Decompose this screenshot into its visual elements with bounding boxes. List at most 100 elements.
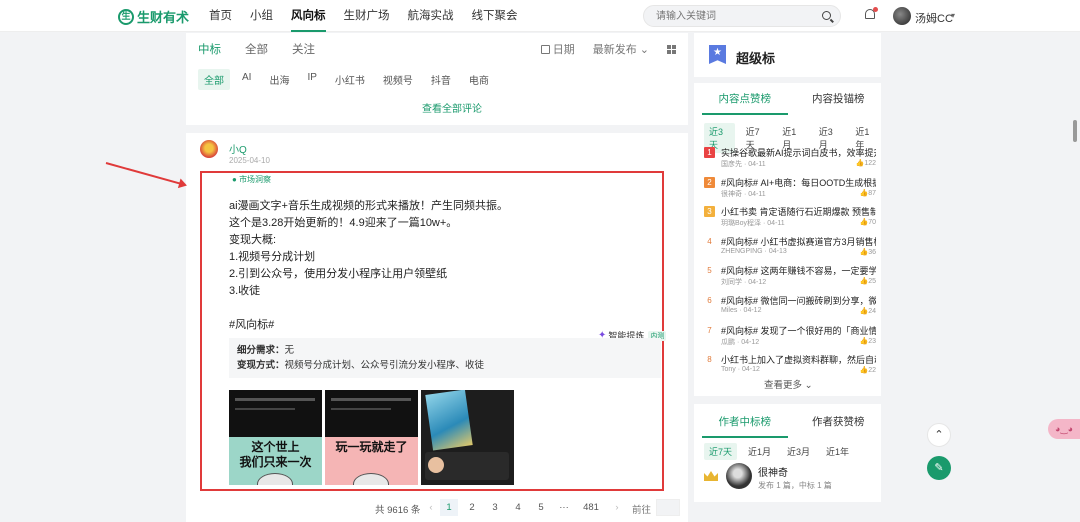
writer-avatar[interactable] [726,463,752,489]
range-7d[interactable]: 近7天 [704,443,738,460]
grid-view-icon[interactable] [667,44,676,54]
nav-voyage[interactable]: 航海实战 [399,0,463,32]
super-tag-header: ★ 超级标 [694,33,881,77]
search-icon[interactable] [822,11,831,20]
see-more-link[interactable]: 查看更多 ⌄ [764,377,813,391]
page-3[interactable]: 3 [486,499,504,516]
range-3m[interactable]: 近3月 [782,443,815,460]
caption-line: 这个世上 [251,440,300,454]
thumbs-up-icon: 👍 [859,219,869,227]
list-item[interactable]: 3 小红书卖 肯定语随行石近期爆款 预售制 玥璐Boy程泽 · 04-11 👍7… [704,205,876,235]
content-leaderboard: 内容点赞榜 内容投锚榜 近3天 近7天 近1月 近3月 近1年 1 实操谷歌最新… [694,83,881,396]
nav-groups[interactable]: 小组 [241,0,282,32]
page-ellipsis[interactable]: ··· [555,499,573,516]
post-line: 2.引到公众号，使用分发小程序让用户领壁纸 [229,268,448,280]
see-more-label: 查看更多 [764,380,803,391]
prev-page-icon[interactable]: ‹ [422,499,440,516]
nav-home[interactable]: 首页 [200,0,241,32]
chevron-down-icon: ⌄ [804,380,813,391]
tab-following[interactable]: 关注 [292,41,315,57]
item-title: #风向标# 这两年赚钱不容易，一定要学 [721,266,876,277]
caption-line: 我们只来一次 [239,455,312,469]
item-title: #风向标# AI+电商：每日OOTD生成根据 [721,177,876,188]
nav-trends[interactable]: 风向标 [282,0,335,32]
post-date: 2025-04-10 [229,156,270,165]
user-avatar[interactable] [893,7,911,25]
list-item[interactable]: 7 #风向标# 发现了一个很好用的「商业情 瓜鹏 · 04-12 👍23 [704,324,876,354]
chip-douyin[interactable]: 抖音 [425,69,457,90]
edit-button[interactable]: ✎ [927,456,951,480]
image-text-bar [235,398,315,401]
back-to-top-button[interactable]: ⌃ [927,423,951,447]
leaderboard-tabs: 内容点赞榜 内容投锚榜 [694,91,881,115]
item-likes: 👍24 [859,307,876,315]
post-hashtag[interactable]: #风向标# [229,317,508,334]
tab-writer-likes[interactable]: 作者获赞榜 [796,414,882,438]
post-line: 3.收徒 [229,285,261,297]
date-filter[interactable]: 日期 [540,41,575,57]
tab-winning[interactable]: 中标 [198,41,221,57]
post-image[interactable]: 这个世上 我们只来一次 [229,390,322,485]
tab-writer-wins[interactable]: 作者中标榜 [702,414,788,438]
post-author-name[interactable]: 小Q [229,141,247,156]
brand-logo[interactable]: 生 生财有术 [118,7,189,26]
view-all-comments-link[interactable]: 查看全部评论 [422,100,482,115]
side-float-icon[interactable]: ◕‿◕ [1048,419,1080,439]
item-likes: 👍25 [859,277,876,285]
chip-channels[interactable]: 视频号 [377,69,419,90]
notification-bell-icon[interactable] [864,7,878,21]
page-4[interactable]: 4 [509,499,527,516]
post-tag[interactable]: ● 市场洞察 [232,174,271,185]
page-last[interactable]: 481 [580,499,602,516]
rank-badge: 8 [707,355,712,365]
item-meta: 刘同学 · 04-12 [721,279,767,287]
nav-meetups[interactable]: 线下聚会 [463,0,527,32]
list-item[interactable]: 4 #风向标# 小红书虚拟赛道官方3月销售榜 ZHENGPING · 04-13… [704,235,876,265]
like-count: 23 [868,337,876,345]
item-meta: ZHENGPING · 04-13 [721,247,787,255]
chip-overseas[interactable]: 出海 [263,69,295,90]
nav-square[interactable]: 生财广场 [335,0,399,32]
category-chips: 全部 AI 出海 IP 小红书 视频号 抖音 电商 [198,69,495,90]
post-image[interactable] [421,390,514,485]
page-1[interactable]: 1 [440,499,458,516]
tab-content-likes[interactable]: 内容点赞榜 [702,91,788,115]
scrollbar[interactable] [1073,120,1077,142]
chip-ip[interactable]: IP [301,69,322,90]
search-input[interactable] [644,6,804,26]
pagination: 共 9616 条 ‹ 1 2 3 4 5 ··· 481 › 前往 [186,499,688,519]
page-5[interactable]: 5 [532,499,550,516]
chip-xiaohongshu[interactable]: 小红书 [329,69,371,90]
date-filter-label: 日期 [552,44,575,56]
tab-all[interactable]: 全部 [245,41,268,57]
writer-stats: 发布 1 篇，中标 1 篇 [758,481,832,490]
list-item[interactable]: 5 #风向标# 这两年赚钱不容易，一定要学 刘同学 · 04-12 👍25 [704,264,876,294]
writer-name[interactable]: 很神奇 [758,464,788,479]
range-1y[interactable]: 近1年 [821,443,854,460]
list-item[interactable]: 1 实操谷歌最新AI提示词白皮书，效率提升 国彦先 · 04-11 👍122 [704,146,876,176]
chevron-down-icon[interactable]: ▾ [951,11,955,20]
range-1m[interactable]: 近1月 [743,443,776,460]
goto-page-input[interactable] [656,499,680,516]
post-line: 这个是3.28开始更新的！4.9迎来了一篇10w+。 [229,217,458,229]
user-name[interactable]: 汤姆CC [915,10,953,26]
item-meta: Miles · 04-12 [721,306,762,314]
tab-content-anchors[interactable]: 内容投锚榜 [796,91,882,115]
page-2[interactable]: 2 [463,499,481,516]
item-title: #风向标# 微信同一问搬砖刷到分享，微 [721,295,876,306]
list-item[interactable]: 2 #风向标# AI+电商：每日OOTD生成根据 很神奇 · 04-11 👍87 [704,176,876,206]
next-page-icon[interactable]: › [608,499,626,516]
top-navbar: 生 生财有术 首页 小组 风向标 生财广场 航海实战 线下聚会 汤姆CC ▾ [0,0,1080,32]
list-item[interactable]: 6 #风向标# 微信同一问搬砖刷到分享，微 Miles · 04-12 👍24 [704,294,876,324]
caption-line: 玩一玩就走了 [335,440,408,454]
sort-dropdown[interactable]: 最新发布 ⌄ [593,41,649,57]
image-caption: 玩一玩就走了 [325,440,418,455]
chevron-down-icon: ⌄ [639,44,649,56]
post-image[interactable]: 玩一玩就走了 [325,390,418,485]
chip-ecommerce[interactable]: 电商 [463,69,495,90]
item-meta: 国彦先 · 04-11 [721,161,766,168]
post-author-avatar[interactable] [200,140,218,158]
section-divider [186,125,688,133]
chip-all[interactable]: 全部 [198,69,230,90]
chip-ai[interactable]: AI [236,69,257,90]
